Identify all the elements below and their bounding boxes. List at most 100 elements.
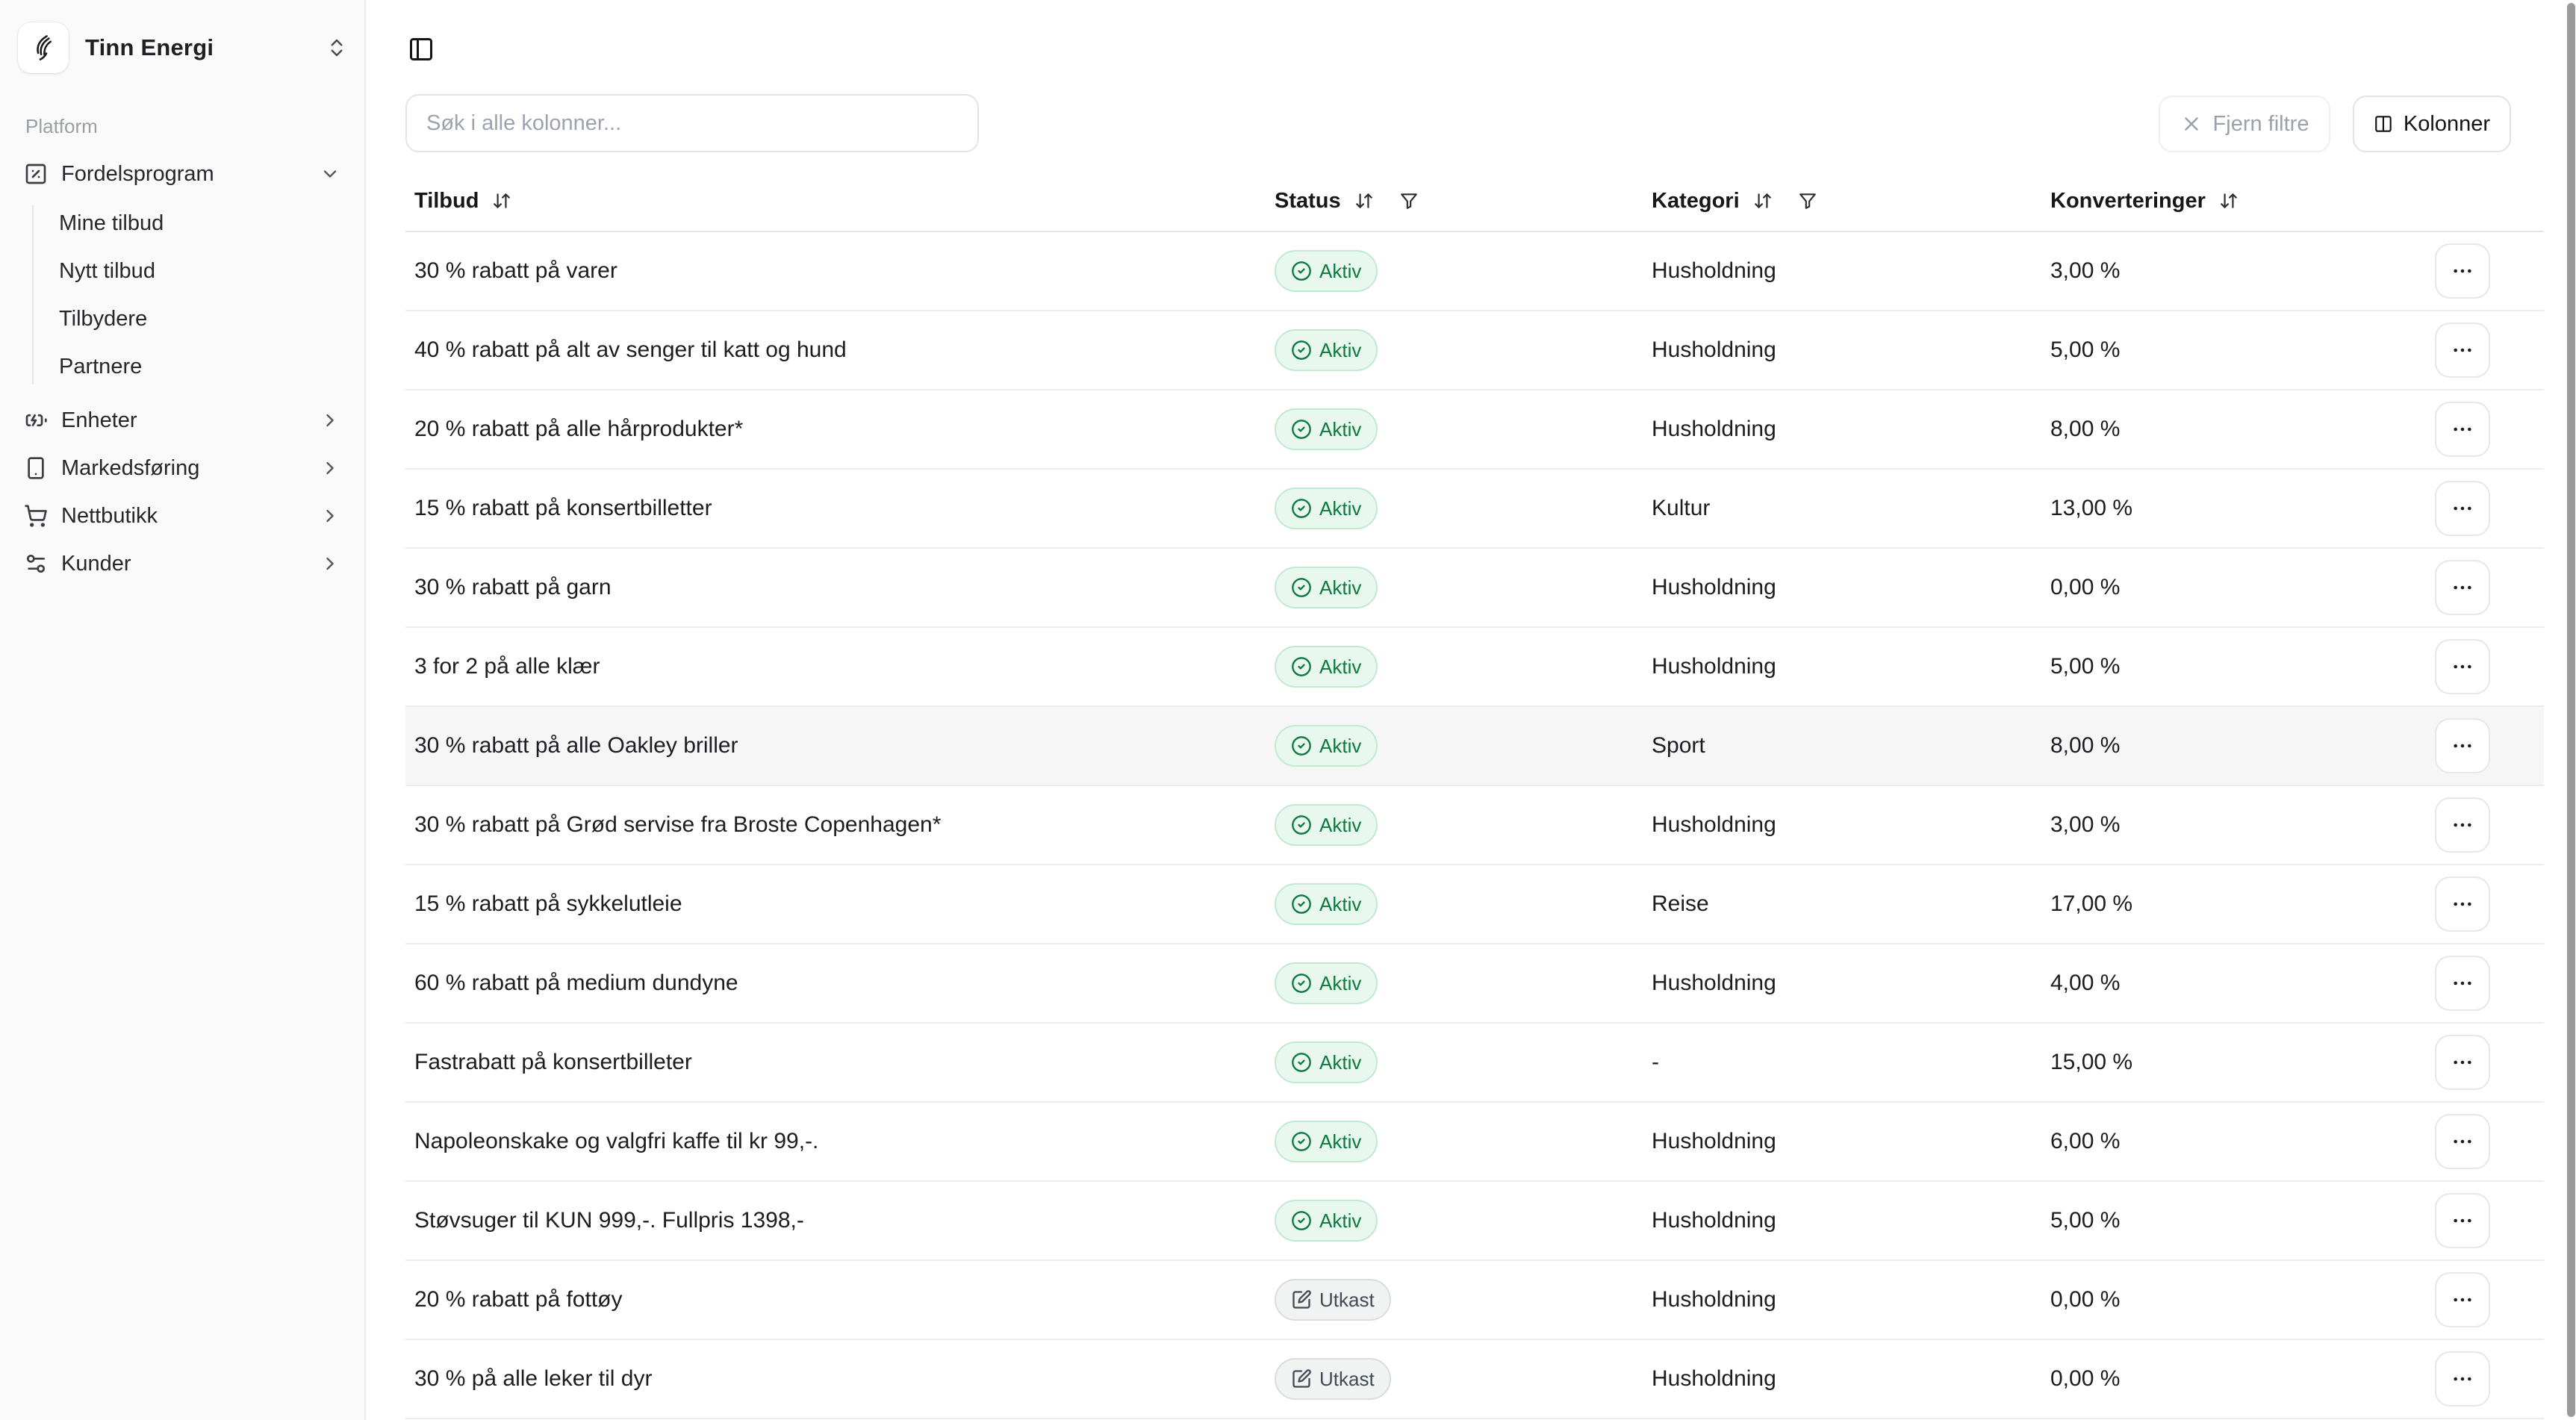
- sidebar-item-markedsforing[interactable]: Markedsføring: [15, 444, 349, 492]
- table-row[interactable]: 30 % rabatt på garn Aktiv Husholdning 0,…: [405, 549, 2544, 628]
- row-actions-button[interactable]: [2435, 1272, 2490, 1327]
- offer-category: Husholdning: [1643, 337, 2041, 363]
- table-row[interactable]: Støvsuger til KUN 999,-. Fullpris 1398,-…: [405, 1182, 2544, 1261]
- circle-check-icon: [1291, 973, 1312, 994]
- table-row[interactable]: 40 % rabatt på alt av senger til katt og…: [405, 311, 2544, 390]
- table-row[interactable]: Napoleonskake og valgfri kaffe til kr 99…: [405, 1103, 2544, 1182]
- column-label: Kategori: [1652, 189, 1740, 214]
- offer-title: 60 % rabatt på medium dundyne: [405, 971, 1266, 996]
- row-actions-button[interactable]: [2435, 402, 2490, 457]
- clear-filters-label: Fjern filtre: [2213, 112, 2309, 137]
- table-row[interactable]: Fastrabatt på konsertbilleter Aktiv - 15…: [405, 1024, 2544, 1103]
- status-badge: Utkast: [1275, 1358, 1391, 1400]
- sidebar: Tinn Energi Platform Fordelsprogram Mine…: [0, 0, 366, 1420]
- actions-cell: [2419, 639, 2544, 694]
- actions-cell: [2419, 1193, 2544, 1248]
- table-row[interactable]: 20 % rabatt på alle hårprodukter* Aktiv …: [405, 390, 2544, 470]
- status-badge-label: Aktiv: [1319, 499, 1361, 518]
- row-actions-button[interactable]: [2435, 1035, 2490, 1090]
- row-actions-button[interactable]: [2435, 1351, 2490, 1407]
- circle-check-icon: [1291, 261, 1312, 281]
- sidebar-item-fordelsprogram[interactable]: Fordelsprogram: [15, 150, 349, 198]
- row-actions-button[interactable]: [2435, 797, 2490, 853]
- row-actions-button[interactable]: [2435, 243, 2490, 299]
- row-actions-button[interactable]: [2435, 323, 2490, 378]
- offer-conversions: 0,00 %: [2041, 575, 2419, 600]
- sort-button[interactable]: [489, 188, 514, 214]
- columns-button[interactable]: Kolonner: [2353, 96, 2511, 152]
- row-actions-button[interactable]: [2435, 956, 2490, 1011]
- table-row[interactable]: 30 % på alle leker til dyr Utkast Hushol…: [405, 1340, 2544, 1419]
- vertical-scrollbar[interactable]: [2567, 3, 2575, 1417]
- sidebar-item-label: Enheter: [61, 408, 137, 433]
- column-label: Status: [1275, 189, 1341, 214]
- sidebar-item-enheter[interactable]: Enheter: [15, 396, 349, 444]
- table-row[interactable]: 30 % rabatt på alle Oakley briller Aktiv…: [405, 707, 2544, 786]
- offer-conversions: 8,00 %: [2041, 733, 2419, 759]
- ellipsis-icon: [2451, 1050, 2474, 1074]
- offer-category: Husholdning: [1643, 1129, 2041, 1154]
- sidebar-subitem[interactable]: Nytt tilbud: [15, 247, 349, 295]
- filter-button[interactable]: [1795, 188, 1820, 214]
- sort-button[interactable]: [1351, 188, 1377, 214]
- sliders-icon: [24, 552, 48, 576]
- offer-conversions: 17,00 %: [2041, 891, 2419, 917]
- table-row[interactable]: 15 % rabatt på konsertbilletter Aktiv Ku…: [405, 470, 2544, 549]
- circle-check-icon: [1291, 419, 1312, 440]
- status-badge: Aktiv: [1275, 1200, 1378, 1242]
- table-row[interactable]: 3 for 2 på alle klær Aktiv Husholdning 5…: [405, 628, 2544, 707]
- row-actions-button[interactable]: [2435, 1114, 2490, 1169]
- offer-title: 15 % rabatt på konsertbilletter: [405, 496, 1266, 521]
- table-row[interactable]: 30 % rabatt på varer Aktiv Husholdning 3…: [405, 232, 2544, 311]
- status-cell: Aktiv: [1266, 804, 1643, 846]
- row-actions-button[interactable]: [2435, 481, 2490, 536]
- sidebar-subitem[interactable]: Mine tilbud: [15, 199, 349, 247]
- status-badge: Aktiv: [1275, 883, 1378, 925]
- offer-category: Husholdning: [1643, 1208, 2041, 1233]
- square-pen-icon: [1291, 1289, 1312, 1310]
- row-actions-button[interactable]: [2435, 560, 2490, 615]
- table-row[interactable]: 30 % rabatt på Grød servise fra Broste C…: [405, 786, 2544, 865]
- workspace-switcher[interactable]: Tinn Energi: [18, 21, 348, 75]
- column-header-kategori: Kategori: [1643, 188, 2041, 214]
- sort-button[interactable]: [2216, 188, 2241, 214]
- table-row[interactable]: 15 % rabatt på sykkelutleie Aktiv Reise …: [405, 865, 2544, 944]
- sidebar-subitem-label: Nytt tilbud: [59, 259, 155, 284]
- shopping-cart-icon: [24, 504, 48, 528]
- row-actions-button[interactable]: [2435, 1193, 2490, 1248]
- battery-charging-icon: [24, 408, 48, 432]
- row-actions-button[interactable]: [2435, 876, 2490, 932]
- sidebar-toggle-button[interactable]: [402, 30, 441, 69]
- offer-category: Husholdning: [1643, 575, 2041, 600]
- table-row[interactable]: 20 % rabatt på fottøy Utkast Husholdning…: [405, 1261, 2544, 1340]
- offer-category: Husholdning: [1643, 812, 2041, 838]
- row-actions-button[interactable]: [2435, 718, 2490, 773]
- search-input[interactable]: [405, 94, 979, 152]
- offer-title: 30 % rabatt på Grød servise fra Broste C…: [405, 812, 1266, 838]
- sidebar-item-label: Markedsføring: [61, 456, 199, 481]
- status-badge-label: Aktiv: [1319, 1053, 1361, 1072]
- ellipsis-icon: [2451, 1130, 2474, 1153]
- status-badge: Aktiv: [1275, 567, 1378, 608]
- column-label: Konverteringer: [2050, 189, 2206, 214]
- status-cell: Aktiv: [1266, 1041, 1643, 1083]
- table-body: 30 % rabatt på varer Aktiv Husholdning 3…: [405, 232, 2544, 1419]
- table-row[interactable]: 60 % rabatt på medium dundyne Aktiv Hush…: [405, 944, 2544, 1024]
- clear-filters-button[interactable]: Fjern filtre: [2159, 96, 2330, 152]
- status-cell: Aktiv: [1266, 1121, 1643, 1162]
- sort-button[interactable]: [1750, 188, 1776, 214]
- status-badge-label: Aktiv: [1319, 420, 1361, 439]
- chevron-right-icon: [320, 505, 340, 526]
- status-cell: Utkast: [1266, 1279, 1643, 1321]
- actions-cell: [2419, 1114, 2544, 1169]
- status-badge: Aktiv: [1275, 725, 1378, 767]
- filter-button[interactable]: [1396, 188, 1422, 214]
- sidebar-item-kunder[interactable]: Kunder: [15, 540, 349, 588]
- row-actions-button[interactable]: [2435, 639, 2490, 694]
- sidebar-item-nettbutikk[interactable]: Nettbutikk: [15, 492, 349, 540]
- sidebar-subitem[interactable]: Partnere: [15, 343, 349, 390]
- sidebar-subitem[interactable]: Tilbydere: [15, 295, 349, 343]
- ellipsis-icon: [2451, 971, 2474, 995]
- offer-category: -: [1643, 1050, 2041, 1075]
- status-cell: Aktiv: [1266, 250, 1643, 292]
